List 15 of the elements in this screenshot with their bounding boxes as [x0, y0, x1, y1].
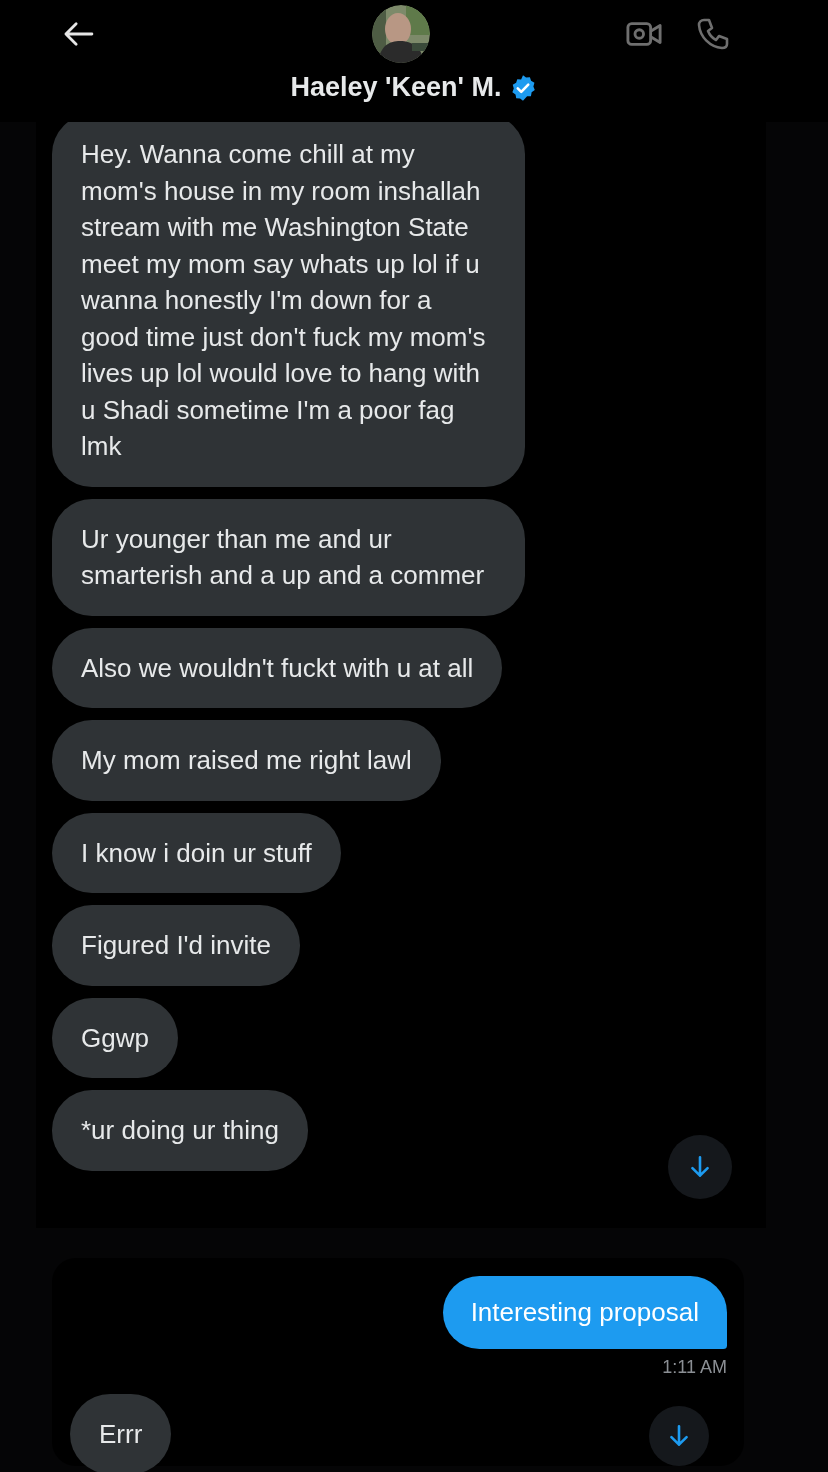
back-arrow-icon[interactable] [62, 21, 94, 47]
contact-name: Haeley 'Keen' M. [290, 72, 502, 103]
message-bubble: Ggwp [52, 997, 178, 1078]
message-bubble: *ur doing ur thing [52, 1090, 309, 1171]
message-bubble: My mom raised me right lawl [52, 720, 441, 801]
message-bubble: Interesting proposal [442, 1276, 727, 1349]
message-bubble: Figured I'd invite [52, 905, 300, 986]
video-camera-icon[interactable] [626, 19, 662, 49]
message-bubble: Hey. Wanna come chill at my mom's house in my room inshallah stream with me Washington State meet my mom say whats up lol if u wanna honestly I'm down for a good time just don't fuck my mom's lives up lol would love to hang with u Shadi sometime I'm a poor fag lmk [52, 122, 525, 487]
message-bubble: Ur younger than me and ur smarterish and a up and a commer [52, 498, 525, 616]
message-bubble: Errr [70, 1393, 172, 1472]
message-time: 1:11 AM [662, 1356, 727, 1378]
phone-icon[interactable] [696, 17, 730, 51]
message-bubble: Also we wouldn't fuckt with u at all [52, 627, 503, 708]
message-bubble: I know i doin ur stuff [52, 812, 341, 893]
